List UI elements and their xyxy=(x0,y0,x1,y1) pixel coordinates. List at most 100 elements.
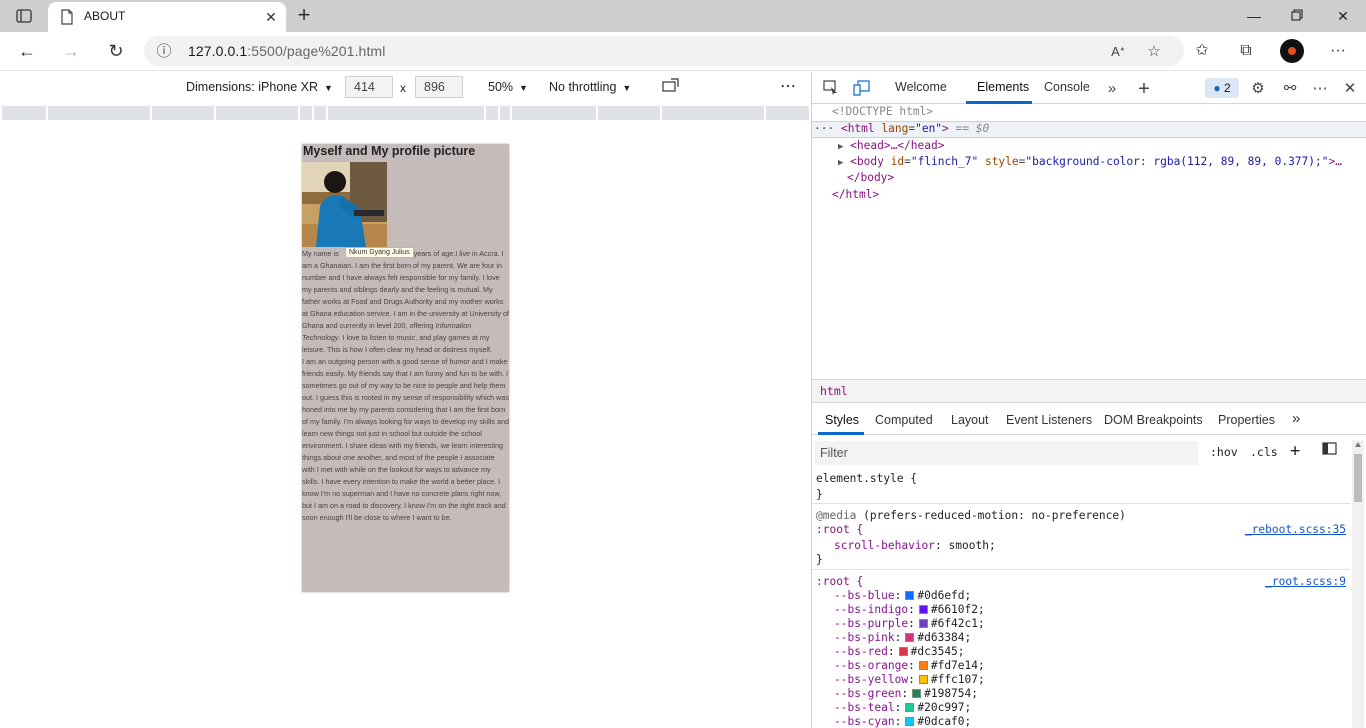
forward-icon[interactable]: → xyxy=(58,38,84,64)
expand-icon[interactable]: ▶ xyxy=(838,158,843,168)
reboot-source-link[interactable]: _reboot.scss:35 xyxy=(1245,523,1346,536)
close-icon[interactable]: ✕ xyxy=(1341,80,1359,98)
media-query-segment[interactable] xyxy=(328,106,484,120)
media-query-segment[interactable] xyxy=(314,106,326,120)
color-swatch[interactable] xyxy=(918,661,928,670)
color-swatch[interactable] xyxy=(912,689,922,698)
cls-button[interactable]: .cls xyxy=(1250,445,1278,459)
media-query-segment[interactable] xyxy=(216,106,298,120)
root-source-link[interactable]: _root.scss:9 xyxy=(1265,575,1346,588)
color-swatch[interactable] xyxy=(918,675,928,684)
breadcrumb-html[interactable]: html xyxy=(818,383,850,399)
more-tabs-icon[interactable]: » xyxy=(1103,80,1121,98)
close-window-icon[interactable]: ✕ xyxy=(1331,4,1355,28)
color-swatch[interactable] xyxy=(918,605,928,614)
color-swatch[interactable] xyxy=(905,717,915,726)
css-variable-declaration[interactable]: --bs-red: #dc3545; xyxy=(834,645,965,658)
css-variable-declaration[interactable]: --bs-indigo: #6610f2; xyxy=(834,603,985,616)
css-variable-declaration[interactable]: --bs-green: #198754; xyxy=(834,687,978,700)
width-input[interactable]: 414 xyxy=(345,76,393,98)
body-close-tag[interactable]: </body> xyxy=(847,171,894,184)
new-tab-icon[interactable]: + xyxy=(292,4,316,28)
info-icon[interactable]: ⓘ xyxy=(154,42,174,62)
toggle-sidebar-icon[interactable] xyxy=(1322,442,1337,458)
scroll-behavior-declaration[interactable]: scroll-behavior: smooth; xyxy=(834,539,996,552)
more-options-icon[interactable]: ⋯ xyxy=(780,76,797,96)
media-query-segment[interactable] xyxy=(486,106,498,120)
height-input[interactable]: 896 xyxy=(415,76,463,98)
tab-computed[interactable]: Computed xyxy=(875,413,933,427)
color-swatch[interactable] xyxy=(898,647,908,656)
tab-actions-icon[interactable] xyxy=(8,4,40,28)
new-rule-icon[interactable]: + xyxy=(1290,441,1300,461)
scrollbar-thumb[interactable] xyxy=(1354,454,1362,502)
media-query-segment[interactable] xyxy=(512,106,596,120)
html-node[interactable]: ··· <html lang="en"> == $0 xyxy=(814,122,989,135)
refresh-icon[interactable]: ↻ xyxy=(103,38,129,64)
media-query-segment[interactable] xyxy=(766,106,809,120)
collections-icon[interactable]: ⧉ xyxy=(1234,39,1258,63)
tab-dom-breakpoints[interactable]: DOM Breakpoints xyxy=(1104,413,1203,427)
url-text[interactable]: 127.0.0.1:5500/page%201.html xyxy=(188,43,385,59)
tab-layout[interactable]: Layout xyxy=(951,413,989,427)
settings-more-icon[interactable]: ··· xyxy=(1326,39,1350,63)
media-query-segment[interactable] xyxy=(662,106,764,120)
throttling-dropdown[interactable]: No throttling ▼ xyxy=(549,80,631,94)
tab-properties[interactable]: Properties xyxy=(1218,413,1275,427)
color-swatch[interactable] xyxy=(905,703,915,712)
css-variable-declaration[interactable]: --bs-purple: #6f42c1; xyxy=(834,617,985,630)
styles-scrollbar[interactable] xyxy=(1352,440,1364,728)
inspect-element-icon[interactable] xyxy=(822,80,840,98)
favorites-icon[interactable]: ✩ xyxy=(1190,39,1214,63)
tab-welcome[interactable]: Welcome xyxy=(895,80,947,94)
color-swatch[interactable] xyxy=(905,633,915,642)
css-variable-declaration[interactable]: --bs-pink: #d63384; xyxy=(834,631,971,644)
html-close-tag[interactable]: </html> xyxy=(832,188,879,201)
media-query-segment[interactable] xyxy=(500,106,510,120)
add-tab-icon[interactable]: + xyxy=(1135,79,1153,99)
connection-icon[interactable]: ⚯ xyxy=(1281,80,1299,98)
tab-console[interactable]: Console xyxy=(1044,80,1090,94)
hov-button[interactable]: :hov xyxy=(1210,445,1238,459)
more-tabs-icon[interactable]: » xyxy=(1292,410,1300,427)
element-style-rule[interactable]: element.style { } xyxy=(812,470,1350,504)
read-aloud-icon[interactable]: Aᐩ xyxy=(1108,42,1128,62)
media-query-segment[interactable] xyxy=(2,106,46,120)
minimize-icon[interactable]: — xyxy=(1242,4,1266,28)
rotate-icon[interactable] xyxy=(662,78,682,96)
css-variable-declaration[interactable]: --bs-teal: #20c997; xyxy=(834,701,971,714)
device-emulation-icon[interactable] xyxy=(853,80,871,98)
color-swatch[interactable] xyxy=(905,591,915,600)
address-bar[interactable]: ⓘ 127.0.0.1:5500/page%201.html Aᐩ ☆ xyxy=(144,36,1184,66)
color-swatch[interactable] xyxy=(918,619,928,628)
issues-badge[interactable]: ● 2 xyxy=(1205,78,1239,98)
browser-tab[interactable]: ABOUT ✕ xyxy=(48,2,286,32)
head-node[interactable]: ▶ <head>…</head> xyxy=(838,139,944,152)
tab-elements[interactable]: Elements xyxy=(977,80,1029,94)
zoom-dropdown[interactable]: 50% ▼ xyxy=(488,80,528,94)
back-icon[interactable]: ← xyxy=(14,38,40,64)
css-variable-declaration[interactable]: --bs-yellow: #ffc107; xyxy=(834,673,985,686)
doctype-line[interactable]: <!DOCTYPE html> xyxy=(832,105,933,118)
scroll-up-arrow[interactable] xyxy=(1355,442,1361,447)
add-favorite-icon[interactable]: ☆ xyxy=(1144,42,1164,62)
tab-event-listeners[interactable]: Event Listeners xyxy=(1006,413,1092,427)
root-variables-rule[interactable]: :root { _root.scss:9 --bs-blue: #0d6efd; -… xyxy=(812,571,1350,728)
tab-styles[interactable]: Styles xyxy=(825,413,859,427)
profile-avatar[interactable] xyxy=(1280,39,1304,63)
reboot-root-rule[interactable]: @media (prefers-reduced-motion: no-prefe… xyxy=(812,505,1350,570)
gear-icon[interactable]: ⚙ xyxy=(1249,80,1267,98)
expand-icon[interactable]: ▶ xyxy=(838,142,843,152)
body-node[interactable]: ▶ <body id="flinch_7" style="background-… xyxy=(838,155,1342,168)
css-variable-declaration[interactable]: --bs-orange: #fd7e14; xyxy=(834,659,985,672)
more-options-icon[interactable]: ⋯ xyxy=(1311,80,1329,98)
media-query-segment[interactable] xyxy=(48,106,150,120)
restore-icon[interactable] xyxy=(1285,4,1309,28)
css-variable-declaration[interactable]: --bs-blue: #0d6efd; xyxy=(834,589,971,602)
media-query-segment[interactable] xyxy=(152,106,214,120)
media-query-segment[interactable] xyxy=(598,106,660,120)
css-variable-declaration[interactable]: --bs-cyan: #0dcaf0; xyxy=(834,715,971,728)
filter-input[interactable]: Filter xyxy=(814,441,1198,465)
media-query-segment[interactable] xyxy=(300,106,312,120)
dimensions-dropdown[interactable]: Dimensions: iPhone XR ▼ xyxy=(186,80,333,94)
